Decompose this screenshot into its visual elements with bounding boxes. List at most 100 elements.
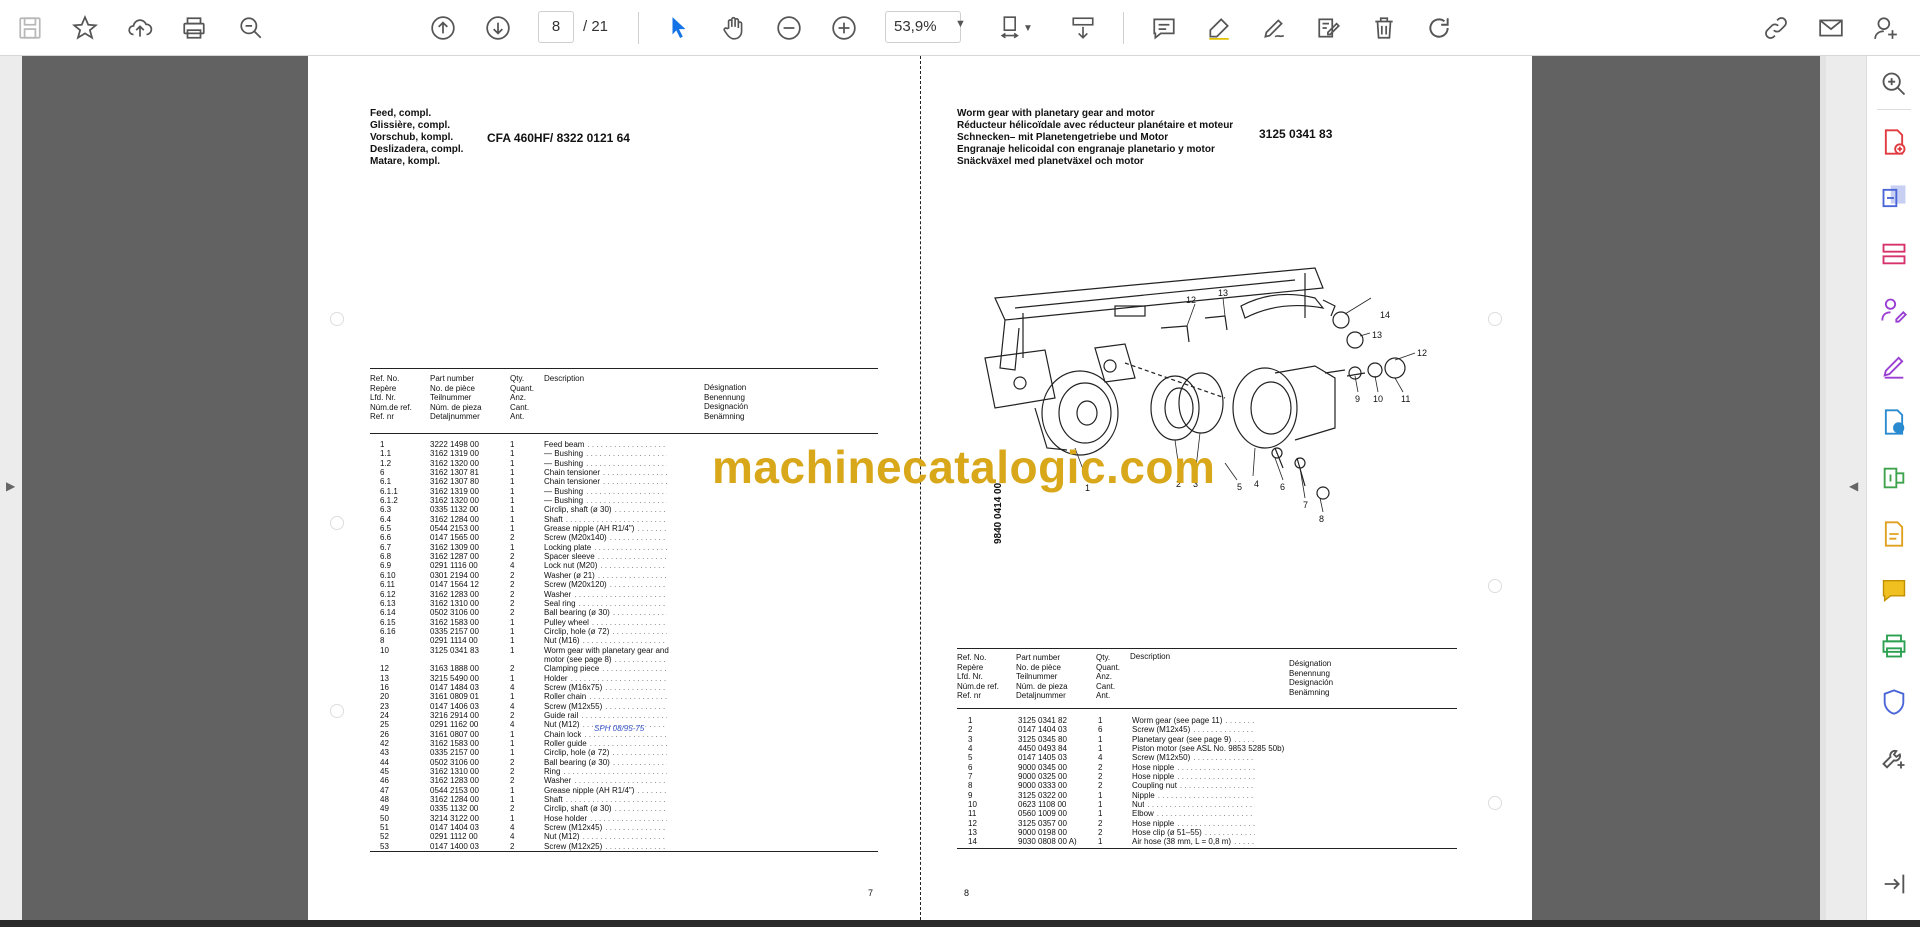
ref-cell: 5 [968,753,973,763]
organize-pages-icon[interactable] [1876,236,1912,272]
leader-dots: . . . . . . . . . . . . . . . . . . . . … [603,477,667,487]
ref-cell: 6.12 [380,589,396,599]
comment-tool-icon[interactable] [1876,572,1912,608]
description-cell: Circlip, hole (ø 72) [544,626,610,636]
select-cursor-icon[interactable] [661,10,697,46]
table-row: 50 3214 3122 00 1 Hose holder. . . . . . . … [380,814,700,823]
save-icon[interactable] [12,10,48,46]
table-row: 26 3161 0807 00 1 Chain lock. . . . . . . .… [380,730,700,739]
ref-cell: 9 [968,790,973,800]
table-row: 5 0147 1405 03 4 Screw (M12x50). . . . . . … [968,753,1288,762]
combine-files-icon[interactable] [1876,180,1912,216]
description-cell: Hose nipple [1132,818,1175,828]
leader-dots: . . . . . . . . . . . . . . . . . . . . … [1234,837,1255,847]
callout-10: 10 [1373,394,1383,404]
page-number-input[interactable]: 8 [538,11,574,43]
collapse-panel-icon[interactable] [1876,866,1912,902]
qty-cell: 2 [510,664,515,674]
edit-pdf-icon[interactable] [1876,516,1912,552]
search-zoom-icon[interactable] [1876,66,1912,102]
description-cell: Screw (M12x50) [1132,753,1191,763]
fill-sign-icon[interactable] [1876,348,1912,384]
table-row: motor (see page 8). . . . . . . . . . . … [380,655,700,664]
ref-cell: 6.11 [380,580,395,590]
description-cell: — Bushing [544,449,584,459]
leader-dots: . . . . . . . . . . . . . . . . . . . . … [1147,800,1255,810]
previous-page-icon[interactable] [425,10,461,46]
part-number-cell: 3163 1888 00 [430,664,479,674]
zoom-level-input[interactable]: 53,9% [885,11,961,43]
part-number-cell: 3162 1310 00 [430,598,479,608]
part-number-cell: 3162 1319 00 [430,486,479,496]
zoom-out-icon[interactable] [771,10,807,46]
qty-cell: 1 [510,514,515,524]
table-row: 6 3162 1307 81 1 Chain tensioner. . . . . .… [380,468,700,477]
part-number-cell: 3162 1320 00 [430,496,479,506]
page-fit-dropdown-icon[interactable]: ▼ [1020,10,1036,46]
table-row: 6.9 0291 1116 00 4 Lock nut (M20). . . . . … [380,561,700,570]
left-panel-toggle[interactable]: ▶ [0,56,22,920]
create-pdf-icon[interactable] [1876,124,1912,160]
right-parts-table: 1 3125 0341 82 1 Worm gear (see page 11). .… [968,716,1288,847]
qty-cell: 1 [510,542,515,552]
leader-dots: . . . . . . . . . . . . . . . . . . . . … [1157,790,1255,800]
highlight-pen-icon[interactable] [1201,10,1237,46]
delete-trash-icon[interactable] [1366,10,1402,46]
protect-shield-icon[interactable] [1876,684,1912,720]
email-icon[interactable] [1813,10,1849,46]
table-row: 11 0560 1009 00 1 Elbow. . . . . . . . . . … [968,809,1288,818]
upload-cloud-icon[interactable] [122,10,158,46]
part-number-cell: 0335 1132 00 [430,804,479,814]
leader-dots: . . . . . . . . . . . . . . . . . . . . … [587,440,667,449]
leader-dots: . . . . . . . . . . . . . . . . . . . . … [578,598,667,608]
edit-text-icon[interactable] [1311,10,1347,46]
leader-dots: . . . . . . . . . . . . . . . . . . . . … [603,468,667,478]
scroll-mode-icon[interactable] [1065,10,1101,46]
compress-pdf-icon[interactable] [1876,460,1912,496]
right-header-names: Worm gear with planetary gear and motor … [957,108,1234,167]
description-cell: — Bushing [544,496,584,506]
part-number-cell: 0147 1565 00 [430,533,479,543]
ref-cell: 49 [380,804,389,814]
ref-cell: 12 [380,664,389,674]
zoom-search-icon[interactable] [233,10,269,46]
share-link-icon[interactable] [1758,10,1794,46]
draw-sign-icon[interactable] [1256,10,1292,46]
ref-cell: 16 [380,682,389,692]
request-signatures-icon[interactable] [1876,292,1912,328]
zoom-dropdown-icon[interactable]: ▼ [955,18,966,30]
bookmark-star-icon[interactable] [67,10,103,46]
export-pdf-icon[interactable] [1876,404,1912,440]
qty-cell: 2 [510,767,515,777]
ref-cell: 46 [380,776,389,786]
hand-tool-icon[interactable] [716,10,752,46]
qty-cell: 1 [510,458,515,468]
comment-icon[interactable] [1146,10,1182,46]
callout-13a: 13 [1218,288,1228,298]
expand-left-icon[interactable]: ▶ [6,479,15,493]
table-row: 10 3125 0341 83 1 Worm gear with planetary … [380,646,700,655]
more-tools-icon[interactable] [1876,740,1912,776]
qty-cell: 1 [1098,837,1103,847]
ref-cell: 13 [968,828,977,838]
ref-cell: 24 [380,710,389,720]
zoom-in-icon[interactable] [826,10,862,46]
tools-sidebar [1866,56,1920,920]
right-panel-toggle[interactable]: ◀ [1826,56,1866,920]
qty-cell: 1 [1098,744,1103,754]
qty-cell: 1 [510,813,515,823]
left-col-desc: Description [544,374,585,383]
next-page-icon[interactable] [480,10,516,46]
ref-cell: 6.1.1 [380,486,398,496]
print-icon[interactable] [176,10,212,46]
leader-dots: . . . . . . . . . . . . . . . . . . . . … [614,804,667,814]
ref-cell: 42 [380,739,389,748]
part-number-cell: 3162 1583 00 [430,617,479,627]
print-production-icon[interactable] [1876,628,1912,664]
taskbar-strip [0,920,1920,927]
account-icon[interactable] [1868,10,1904,46]
leader-dots: . . . . . . . . . . . . . . . . . . . . … [570,673,667,683]
collapse-right-icon[interactable]: ◀ [1849,479,1858,493]
table-row: 47 0544 2153 00 1 Grease nipple (AH R1/4").… [380,786,700,795]
rotate-icon[interactable] [1421,10,1457,46]
